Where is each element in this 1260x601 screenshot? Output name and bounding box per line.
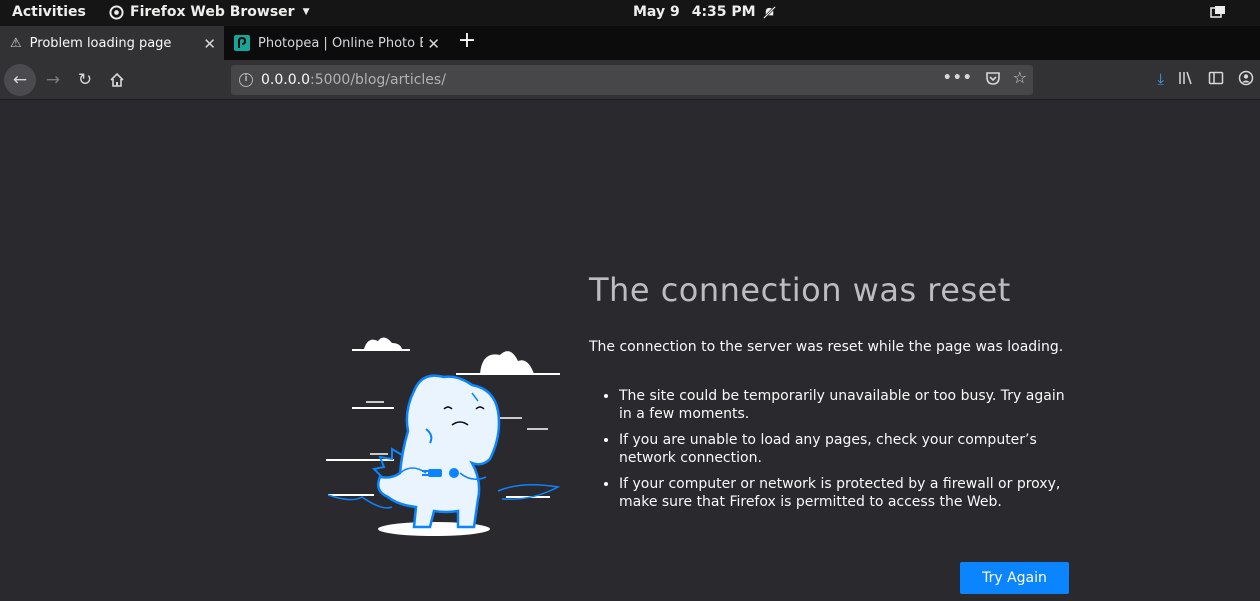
try-again-button[interactable]: Try Again [960, 562, 1069, 594]
home-button[interactable] [101, 64, 133, 96]
error-description: The connection to the server was reset w… [589, 339, 1064, 355]
app-menu[interactable]: Firefox Web Browser ▼ [109, 4, 310, 20]
photopea-icon [234, 35, 250, 51]
system-tray[interactable] [1210, 5, 1226, 23]
window-list-icon [1210, 6, 1225, 18]
url-bar[interactable]: i 0.0.0.0:5000/blog/articles/ ••• ☆ [231, 65, 1033, 95]
url-text[interactable]: 0.0.0.0:5000/blog/articles/ [261, 72, 446, 88]
firefox-icon [109, 4, 124, 20]
clock-date: May 9 [633, 4, 680, 20]
clock[interactable]: May 9 4:35 PM [633, 4, 777, 20]
url-host: 0.0.0.0 [261, 72, 310, 88]
close-tab-icon[interactable]: ✕ [203, 35, 216, 53]
sidebar-icon[interactable] [1208, 70, 1224, 86]
list-item: The site could be temporarily unavailabl… [619, 387, 1079, 423]
error-reasons-list: The site could be temporarily unavailabl… [619, 387, 1079, 519]
tab-photopea[interactable]: Photopea | Online Photo Ed ✕ [226, 26, 448, 60]
warning-icon: ⚠ [10, 35, 22, 51]
notifications-off-icon [762, 5, 776, 19]
chevron-down-icon: ▼ [302, 7, 310, 17]
system-top-bar: Activities Firefox Web Browser ▼ May 9 4… [0, 0, 1260, 26]
tab-strip: ⚠ Problem loading page ✕ Photopea | Onli… [0, 26, 1260, 60]
new-tab-button[interactable]: + [456, 30, 478, 54]
url-path: :5000/blog/articles/ [309, 72, 446, 88]
downloads-icon[interactable]: ⤓ [1157, 70, 1164, 88]
error-dinosaur-illustration [326, 337, 561, 536]
arrow-left-icon: ← [12, 70, 28, 90]
reload-icon: ↻ [77, 70, 93, 90]
home-icon [110, 72, 124, 87]
clock-time: 4:35 PM [691, 4, 756, 20]
tab-label: Photopea | Online Photo Ed [258, 35, 423, 51]
activities-button[interactable]: Activities [12, 4, 86, 20]
bookmark-star-icon[interactable]: ☆ [1013, 70, 1027, 86]
reload-button[interactable]: ↻ [69, 64, 101, 96]
page-actions-icon[interactable]: ••• [943, 70, 973, 86]
back-button[interactable]: ← [4, 64, 36, 96]
library-icon[interactable] [1178, 70, 1194, 86]
site-info-icon[interactable]: i [239, 73, 253, 87]
list-item: If your computer or network is protected… [619, 475, 1079, 511]
list-item: If you are unable to load any pages, che… [619, 431, 1079, 467]
error-page: The connection was reset The connection … [0, 101, 1260, 601]
app-menu-label: Firefox Web Browser [130, 4, 295, 20]
close-tab-icon[interactable]: ✕ [427, 35, 440, 53]
account-icon[interactable] [1238, 70, 1254, 86]
navigation-toolbar: ← → ↻ i 0.0.0.0:5000/blog/articles/ ••• … [0, 60, 1260, 100]
tab-label: Problem loading page [29, 35, 172, 51]
pocket-icon[interactable] [985, 70, 1001, 86]
error-title: The connection was reset [589, 271, 1011, 309]
tab-problem-loading[interactable]: ⚠ Problem loading page ✕ [0, 26, 224, 60]
arrow-right-icon: → [45, 70, 61, 90]
forward-button[interactable]: → [37, 64, 69, 96]
